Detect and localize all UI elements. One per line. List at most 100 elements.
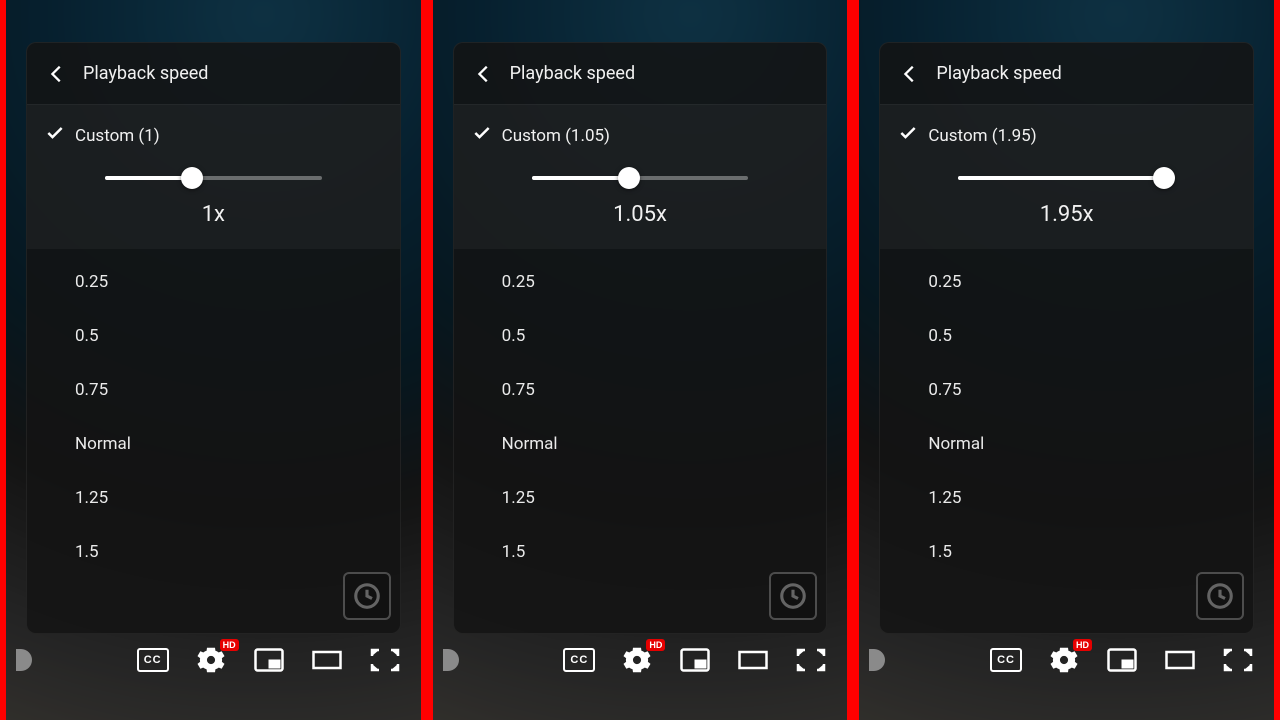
panel-title: Playback speed: [510, 63, 635, 84]
back-button[interactable]: [37, 54, 77, 94]
bottom-bar-left: [869, 649, 966, 671]
back-button[interactable]: [890, 54, 930, 94]
screenshot-column: Playback speed Custom (1.95) 1.95x 0.25 …: [853, 0, 1280, 720]
chevron-left-icon: [473, 63, 495, 85]
player-bottom-bar: CC HD: [6, 634, 421, 686]
custom-speed-label: Custom (1): [75, 126, 160, 146]
bottom-bar-left: [443, 649, 540, 671]
speed-option[interactable]: 0.5: [880, 309, 1253, 363]
check-icon: [898, 123, 918, 148]
bottom-bar-left: [16, 649, 113, 671]
miniplayer-button[interactable]: [1104, 645, 1140, 675]
theater-icon: [1165, 648, 1195, 672]
fullscreen-icon: [370, 648, 400, 672]
panel-header: Playback speed: [880, 43, 1253, 105]
miniplayer-button[interactable]: [677, 645, 713, 675]
settings-button[interactable]: HD: [619, 645, 655, 675]
custom-speed-block: Custom (1.05) 1.05x: [454, 105, 827, 249]
custom-speed-option[interactable]: Custom (1.95): [898, 123, 1235, 148]
hd-badge: HD: [646, 639, 665, 651]
speed-option[interactable]: 0.75: [880, 363, 1253, 417]
speed-option[interactable]: 0.75: [454, 363, 827, 417]
speed-option[interactable]: 0.25: [454, 255, 827, 309]
theater-icon: [312, 648, 342, 672]
speed-option[interactable]: 1.5: [880, 525, 1253, 579]
playback-speed-panel: Playback speed Custom (1.95) 1.95x 0.25 …: [879, 42, 1254, 634]
speed-option[interactable]: Normal: [27, 417, 400, 471]
fullscreen-button[interactable]: [793, 645, 829, 675]
miniplayer-icon: [254, 648, 284, 672]
playback-speed-panel: Playback speed Custom (1) 1x 0.25 0.5 0.…: [26, 42, 401, 634]
speed-readout: 1.05x: [472, 202, 809, 227]
check-icon: [472, 123, 492, 148]
speed-option[interactable]: 0.5: [454, 309, 827, 363]
custom-speed-label: Custom (1.05): [502, 126, 610, 146]
miniplayer-button[interactable]: [251, 645, 287, 675]
clock-icon: [778, 581, 808, 611]
watch-later-badge[interactable]: [343, 572, 391, 620]
progress-scrubber-peek[interactable]: [16, 649, 32, 671]
chevron-left-icon: [899, 63, 921, 85]
custom-speed-block: Custom (1) 1x: [27, 105, 400, 249]
panel-header: Playback speed: [27, 43, 400, 105]
screenshot-column: Playback speed Custom (1.05) 1.05x 0.25 …: [427, 0, 854, 720]
speed-slider[interactable]: [958, 176, 1175, 180]
hd-badge: HD: [1073, 639, 1092, 651]
theater-mode-button[interactable]: [309, 645, 345, 675]
speed-option[interactable]: 1.25: [880, 471, 1253, 525]
speed-readout: 1.95x: [898, 202, 1235, 227]
speed-option[interactable]: 0.5: [27, 309, 400, 363]
slider-fill: [105, 176, 192, 180]
captions-button[interactable]: CC: [561, 645, 597, 675]
cc-icon: CC: [990, 648, 1022, 672]
theater-mode-button[interactable]: [1162, 645, 1198, 675]
chevron-left-icon: [46, 63, 68, 85]
slider-thumb[interactable]: [181, 167, 203, 189]
custom-speed-option[interactable]: Custom (1): [45, 123, 382, 148]
slider-thumb[interactable]: [618, 167, 640, 189]
player-bottom-bar: CC HD: [859, 634, 1274, 686]
custom-speed-option[interactable]: Custom (1.05): [472, 123, 809, 148]
watch-later-badge[interactable]: [769, 572, 817, 620]
speed-option[interactable]: 0.25: [27, 255, 400, 309]
fullscreen-button[interactable]: [1220, 645, 1256, 675]
miniplayer-icon: [680, 648, 710, 672]
settings-button[interactable]: HD: [1046, 645, 1082, 675]
speed-option[interactable]: Normal: [880, 417, 1253, 471]
slider-thumb[interactable]: [1153, 167, 1175, 189]
speed-option[interactable]: 1.5: [27, 525, 400, 579]
cc-icon: CC: [563, 648, 595, 672]
fullscreen-icon: [796, 648, 826, 672]
cc-icon: CC: [137, 648, 169, 672]
captions-button[interactable]: CC: [135, 645, 171, 675]
speed-readout: 1x: [45, 202, 382, 227]
speed-option[interactable]: 0.25: [880, 255, 1253, 309]
player-bottom-bar: CC HD: [433, 634, 848, 686]
custom-speed-label: Custom (1.95): [928, 126, 1036, 146]
speed-option[interactable]: Normal: [454, 417, 827, 471]
theater-icon: [738, 648, 768, 672]
progress-scrubber-peek[interactable]: [869, 649, 885, 671]
progress-scrubber-peek[interactable]: [443, 649, 459, 671]
panel-title: Playback speed: [83, 63, 208, 84]
panel-header: Playback speed: [454, 43, 827, 105]
settings-button[interactable]: HD: [193, 645, 229, 675]
miniplayer-icon: [1107, 648, 1137, 672]
check-icon: [45, 123, 65, 148]
speed-slider[interactable]: [532, 176, 749, 180]
screenshot-column: Playback speed Custom (1) 1x 0.25 0.5 0.…: [0, 0, 427, 720]
speed-option[interactable]: 1.25: [454, 471, 827, 525]
back-button[interactable]: [464, 54, 504, 94]
fullscreen-icon: [1223, 648, 1253, 672]
fullscreen-button[interactable]: [367, 645, 403, 675]
speed-slider[interactable]: [105, 176, 322, 180]
slider-fill: [958, 176, 1164, 180]
speed-option[interactable]: 1.5: [454, 525, 827, 579]
captions-button[interactable]: CC: [988, 645, 1024, 675]
watch-later-badge[interactable]: [1196, 572, 1244, 620]
speed-option[interactable]: 0.75: [27, 363, 400, 417]
theater-mode-button[interactable]: [735, 645, 771, 675]
speed-option[interactable]: 1.25: [27, 471, 400, 525]
clock-icon: [1205, 581, 1235, 611]
custom-speed-block: Custom (1.95) 1.95x: [880, 105, 1253, 249]
